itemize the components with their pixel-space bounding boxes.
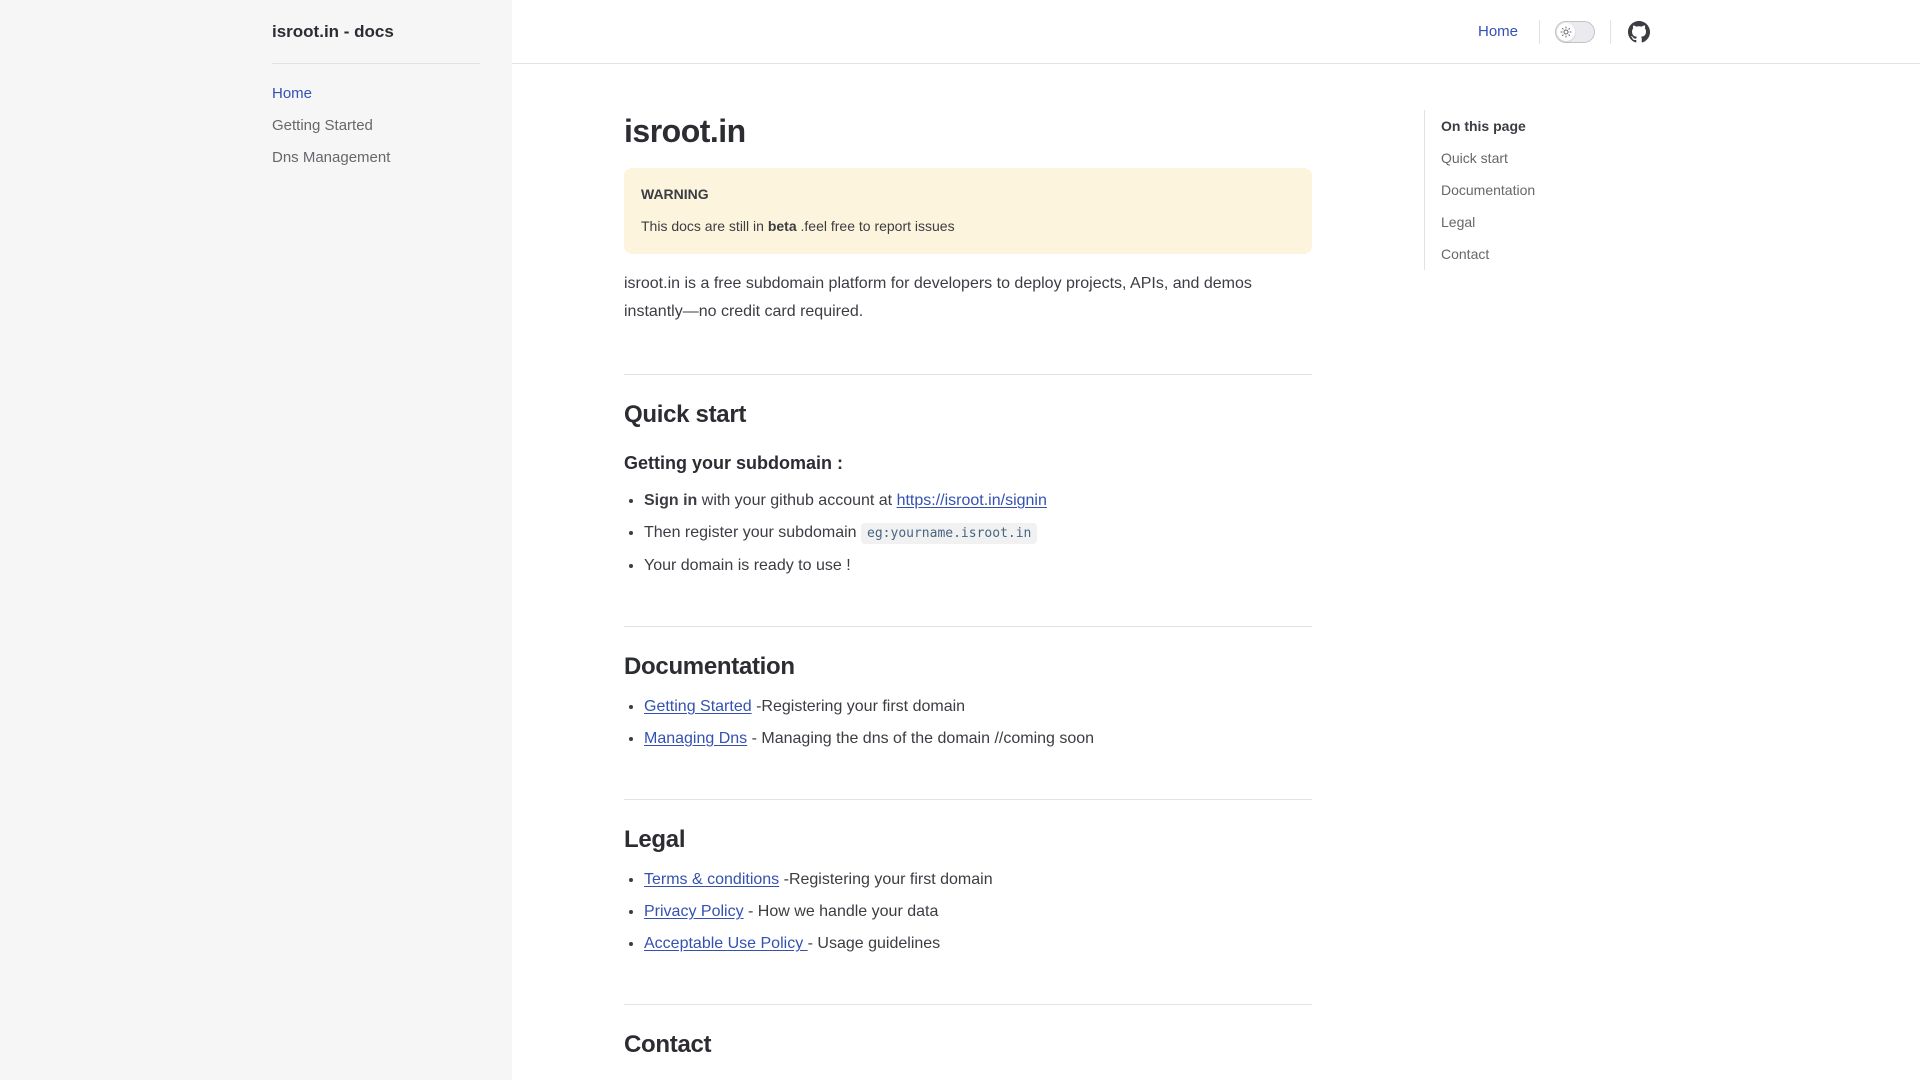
nav-divider <box>1539 20 1540 44</box>
sign-in-text: with your github account at <box>701 492 893 509</box>
sidebar-item-home[interactable]: Home <box>272 78 480 110</box>
outline-item-quick-start[interactable]: Quick start <box>1441 142 1632 174</box>
nav-home-link[interactable]: Home <box>1478 0 1518 64</box>
sun-icon <box>1557 23 1575 41</box>
sign-in-bold: Sign in <box>644 492 698 509</box>
list-item: Sign in with your github account at http… <box>644 489 1312 513</box>
section-legal: Legal Terms & conditions -Registering yo… <box>624 799 1312 956</box>
outline-title: On this page <box>1441 118 1526 134</box>
list-item-text: - Usage guidelines <box>807 935 941 952</box>
site-title[interactable]: isroot.in - docs <box>272 0 480 64</box>
list-item-text: - Managing the dns of the domain //comin… <box>751 730 1095 747</box>
warning-beta: beta <box>767 218 797 234</box>
quick-start-heading: Quick start <box>624 401 747 428</box>
outline-item-legal[interactable]: Legal <box>1441 206 1632 238</box>
subdomain-subheading: Getting your subdomain : <box>624 453 843 473</box>
privacy-policy-link[interactable]: Privacy Policy <box>644 903 744 920</box>
sidebar-item-getting-started[interactable]: Getting Started <box>272 110 480 142</box>
ready-text: Your domain is ready to use ! <box>644 557 851 574</box>
subdomain-example-code: eg:yourname.isroot.in <box>861 523 1038 544</box>
section-contact: Contact <box>624 1004 1312 1061</box>
list-item: Managing Dns - Managing the dns of the d… <box>644 727 1312 751</box>
list-item-text: -Registering your first domain <box>783 871 993 888</box>
section-documentation: Documentation Getting Started -Registeri… <box>624 626 1312 751</box>
managing-dns-link[interactable]: Managing Dns <box>644 730 747 747</box>
sidebar-item-dns-management[interactable]: Dns Management <box>272 142 480 174</box>
sidebar: isroot.in - docs Home Getting Started Dn… <box>0 0 512 1080</box>
documentation-list: Getting Started -Registering your first … <box>624 695 1312 751</box>
list-item: Your domain is ready to use ! <box>644 554 1312 578</box>
github-icon[interactable] <box>1628 21 1650 43</box>
list-item: Terms & conditions -Registering your fir… <box>644 868 1312 892</box>
quick-start-list: Sign in with your github account at http… <box>624 489 1312 578</box>
intro-paragraph: isroot.in is a free subdomain platform f… <box>624 275 1252 320</box>
list-item-text: -Registering your first domain <box>756 698 966 715</box>
register-text: Then register your subdomain <box>644 524 857 541</box>
warning-title: WARNING <box>641 186 709 202</box>
documentation-heading: Documentation <box>624 653 795 680</box>
list-item: Privacy Policy - How we handle your data <box>644 900 1312 924</box>
outline-item-documentation[interactable]: Documentation <box>1441 174 1632 206</box>
doc-content: isroot.in WARNING This docs are still in… <box>624 90 1312 1061</box>
list-item: Then register your subdomain eg:yourname… <box>644 521 1312 546</box>
page-outline: On this page Quick start Documentation L… <box>1424 110 1632 270</box>
sidebar-inner: isroot.in - docs Home Getting Started Dn… <box>272 0 480 174</box>
nav-divider <box>1610 20 1611 44</box>
list-item: Acceptable Use Policy - Usage guidelines <box>644 932 1312 956</box>
warning-text: This docs are still in beta .feel free t… <box>641 214 1295 238</box>
warning-text-before: This docs are still in <box>641 218 764 234</box>
top-navbar: Home <box>512 0 1920 64</box>
sidebar-nav: Home Getting Started Dns Management <box>272 64 480 174</box>
acceptable-use-link[interactable]: Acceptable Use Policy <box>644 935 808 952</box>
warning-callout: WARNING This docs are still in beta .fee… <box>624 168 1312 254</box>
legal-list: Terms & conditions -Registering your fir… <box>624 868 1312 956</box>
page-title: isroot.in <box>624 113 746 149</box>
list-item-text: - How we handle your data <box>748 903 939 920</box>
terms-link[interactable]: Terms & conditions <box>644 871 779 888</box>
list-item: Getting Started -Registering your first … <box>644 695 1312 719</box>
contact-heading: Contact <box>624 1031 712 1058</box>
theme-toggle[interactable] <box>1555 21 1595 43</box>
outline-item-contact[interactable]: Contact <box>1441 238 1632 270</box>
legal-heading: Legal <box>624 826 686 853</box>
section-quick-start: Quick start Getting your subdomain : Sig… <box>624 374 1312 578</box>
warning-text-after: .feel free to report issues <box>800 218 955 234</box>
signin-link[interactable]: https://isroot.in/signin <box>897 492 1047 509</box>
getting-started-link[interactable]: Getting Started <box>644 698 752 715</box>
